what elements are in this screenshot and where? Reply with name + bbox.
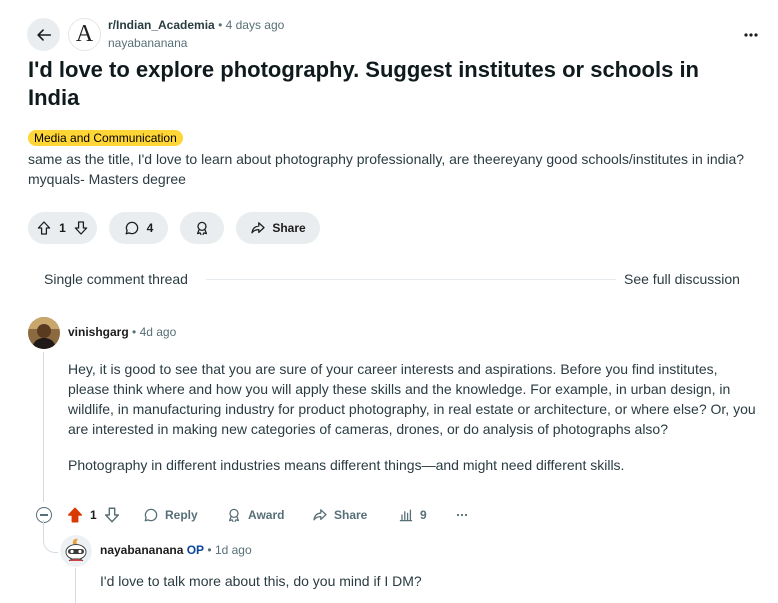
comment-bubble-icon: [144, 508, 158, 522]
subreddit-link[interactable]: r/Indian_Academia: [108, 18, 215, 32]
post-vote-bar: 1: [28, 212, 97, 244]
comment-vote-count: 1: [90, 508, 97, 522]
meta-separator: •: [132, 325, 137, 339]
comment-count: 4: [146, 221, 154, 235]
comment-author[interactable]: vinishgarg: [68, 325, 129, 339]
back-button[interactable]: [27, 18, 60, 51]
insights-button[interactable]: 9: [398, 505, 427, 525]
post-time: 4 days ago: [225, 18, 285, 32]
downvote-arrow-icon[interactable]: [73, 220, 89, 236]
comment-vote-bar: 1: [66, 505, 121, 525]
thread-line[interactable]: [43, 352, 44, 502]
comment-paragraph: Photography in different industries mean…: [68, 457, 625, 473]
share-arrow-icon: [251, 222, 265, 234]
bar-chart-icon: [399, 509, 413, 522]
thread-line[interactable]: [75, 568, 76, 603]
reply-connector: [43, 520, 58, 553]
comment-time: 4d ago: [139, 325, 177, 339]
comment-more-button[interactable]: [454, 505, 470, 525]
post-author[interactable]: nayabananana: [108, 36, 187, 50]
more-horizontal-icon: [456, 513, 468, 517]
single-thread-label: Single comment thread: [44, 271, 188, 287]
comment-time: 1d ago: [214, 543, 252, 557]
share-button[interactable]: Share: [312, 505, 367, 525]
comment-body: I'd love to talk more about this, do you…: [100, 573, 422, 589]
upvote-arrow-icon[interactable]: [66, 506, 84, 524]
arrow-left-icon: [36, 28, 51, 41]
comment-bubble-icon: [125, 221, 138, 235]
subreddit-logo-letter: A: [75, 21, 94, 47]
post-flair[interactable]: Media and Communication: [28, 130, 183, 146]
post-title: I'd love to explore photography. Suggest…: [28, 57, 699, 110]
thread-divider: [206, 279, 616, 280]
downvote-arrow-icon[interactable]: [103, 506, 121, 524]
comment-body: Hey, it is good to see that you are sure…: [68, 359, 758, 491]
share-button[interactable]: Share: [236, 212, 320, 244]
share-label: Share: [272, 221, 306, 235]
insights-count: 9: [420, 508, 427, 522]
more-horizontal-icon: [744, 33, 758, 37]
comment-meta: nayabananana OP • 1d ago: [100, 543, 252, 557]
subreddit-avatar[interactable]: A: [68, 18, 101, 51]
snoo-avatar-icon: [60, 535, 92, 567]
award-label: Award: [248, 508, 285, 522]
meta-separator: •: [218, 18, 223, 32]
award-ribbon-icon: [228, 508, 240, 523]
reply-label: Reply: [165, 508, 198, 522]
share-label: Share: [334, 508, 368, 522]
meta-separator: •: [207, 543, 212, 557]
more-options-button[interactable]: [740, 24, 762, 46]
post-vote-count: 1: [59, 221, 66, 235]
share-arrow-icon: [313, 509, 327, 521]
comment-paragraph: Hey, it is good to see that you are sure…: [68, 361, 756, 437]
reply-button[interactable]: Reply: [143, 505, 198, 525]
op-badge: OP: [186, 543, 205, 557]
award-button[interactable]: [180, 212, 224, 244]
comment-author[interactable]: nayabananana: [100, 543, 183, 557]
comment-meta: vinishgarg • 4d ago: [68, 325, 176, 339]
upvote-arrow-icon[interactable]: [36, 220, 52, 236]
post-body: same as the title, I'd love to learn abo…: [28, 151, 745, 187]
see-full-discussion-link[interactable]: See full discussion: [624, 271, 740, 287]
comments-button[interactable]: 4: [109, 212, 168, 244]
avatar[interactable]: [28, 317, 60, 349]
avatar[interactable]: [60, 535, 92, 567]
award-ribbon-icon: [196, 221, 208, 236]
user-photo-icon: [28, 317, 60, 349]
award-button[interactable]: Award: [226, 505, 284, 525]
post-meta: r/Indian_Academia • 4 days ago: [108, 18, 284, 32]
